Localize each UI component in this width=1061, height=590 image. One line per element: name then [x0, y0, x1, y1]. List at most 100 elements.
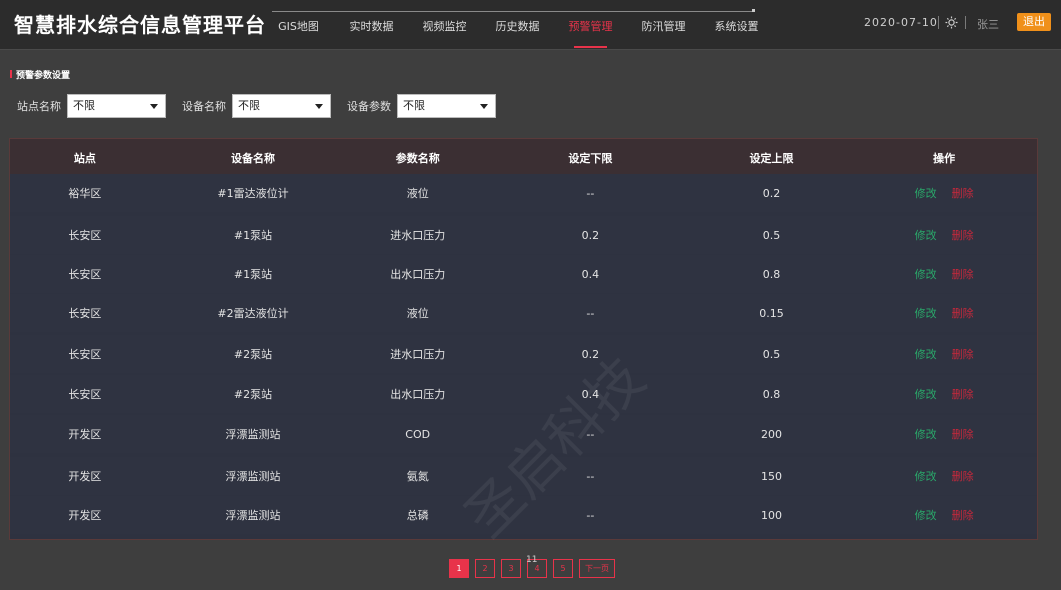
table-row: 开发区 浮漂监测站 COD -- 200 修改 删除 — [10, 415, 1037, 453]
table-header: 站点 设备名称 参数名称 设定下限 设定上限 操作 — [10, 139, 1037, 177]
cell-device: #2泵站 — [233, 388, 273, 401]
cell-lower-limit: -- — [586, 427, 595, 441]
nav-alert-management[interactable]: 预警管理 — [554, 18, 627, 50]
cell-actions: 修改 删除 — [851, 468, 1037, 484]
header-separator — [965, 16, 966, 29]
station-select[interactable]: 不限 — [67, 94, 166, 118]
filter-device-label: 设备名称 — [182, 100, 226, 113]
cell-station: 长安区 — [68, 388, 102, 401]
cell-actions: 修改 删除 — [851, 386, 1037, 402]
device-select[interactable]: 不限 — [232, 94, 331, 118]
edit-link[interactable]: 修改 — [915, 386, 937, 402]
parameter-select[interactable]: 不限 — [397, 94, 496, 118]
nav-system-settings[interactable]: 系统设置 — [700, 18, 773, 50]
cell-actions: 修改 删除 — [851, 346, 1037, 362]
column-header-parameter: 参数名称 — [395, 152, 440, 165]
edit-link[interactable]: 修改 — [915, 346, 937, 362]
chevron-down-icon — [315, 104, 323, 109]
delete-link[interactable]: 删除 — [952, 468, 974, 484]
cell-station: 长安区 — [68, 229, 102, 242]
cell-upper-limit: 0.15 — [759, 306, 784, 320]
delete-link[interactable]: 删除 — [952, 227, 974, 243]
table-row: 长安区 #2泵站 出水口压力 0.4 0.8 修改 删除 — [10, 375, 1037, 413]
cell-actions: 修改 删除 — [851, 266, 1037, 282]
cell-upper-limit: 0.2 — [762, 186, 781, 200]
page-button-1[interactable]: 1 — [449, 559, 469, 578]
cell-lower-limit: 0.4 — [581, 267, 600, 281]
delete-link[interactable]: 删除 — [952, 426, 974, 442]
nav-divider-line — [272, 11, 755, 12]
nav-history-data[interactable]: 历史数据 — [481, 18, 554, 50]
nav-video-monitor[interactable]: 视频监控 — [408, 18, 481, 50]
section-title: 预警参数设置 — [10, 68, 70, 81]
cell-station: 开发区 — [68, 509, 102, 522]
cell-upper-limit: 0.5 — [762, 347, 781, 361]
cell-lower-limit: 0.2 — [581, 228, 600, 242]
station-select-value: 不限 — [73, 99, 95, 112]
table-row: 长安区 #2泵站 进水口压力 0.2 0.5 修改 删除 — [10, 335, 1037, 373]
delete-link[interactable]: 删除 — [952, 346, 974, 362]
chevron-down-icon — [480, 104, 488, 109]
cell-station: 开发区 — [68, 470, 102, 483]
edit-link[interactable]: 修改 — [915, 305, 937, 321]
edit-link[interactable]: 修改 — [915, 426, 937, 442]
cell-device: 浮漂监测站 — [225, 509, 281, 522]
cell-upper-limit: 0.5 — [762, 228, 781, 242]
nav-flood-management[interactable]: 防汛管理 — [627, 18, 700, 50]
cell-lower-limit: -- — [586, 186, 595, 200]
logout-button[interactable]: 退出 — [1017, 13, 1051, 31]
nav-gis-map[interactable]: GIS地图 — [262, 18, 335, 50]
cell-station: 长安区 — [68, 348, 102, 361]
cell-actions: 修改 删除 — [851, 426, 1037, 442]
cell-lower-limit: -- — [586, 469, 595, 483]
page-button-3[interactable]: 3 — [501, 559, 521, 578]
cell-upper-limit: 0.8 — [762, 267, 781, 281]
delete-link[interactable]: 删除 — [952, 185, 974, 201]
edit-link[interactable]: 修改 — [915, 468, 937, 484]
table-row: 长安区 #1泵站 出水口压力 0.4 0.8 修改 删除 — [10, 255, 1037, 293]
delete-link[interactable]: 删除 — [952, 507, 974, 523]
cell-lower-limit: 0.2 — [581, 347, 600, 361]
page-button-2[interactable]: 2 — [475, 559, 495, 578]
top-header: 智慧排水综合信息管理平台 GIS地图 实时数据 视频监控 历史数据 预警管理 防… — [0, 0, 1061, 50]
header-separator — [938, 16, 939, 29]
cell-station: 裕华区 — [68, 187, 102, 200]
cell-parameter: 出水口压力 — [390, 268, 446, 281]
delete-link[interactable]: 删除 — [952, 266, 974, 282]
sun-gear-icon[interactable] — [945, 16, 958, 29]
column-header-station: 站点 — [73, 152, 96, 165]
filter-parameter-label: 设备参数 — [347, 100, 391, 113]
cell-parameter: 液位 — [406, 187, 429, 200]
cell-station: 长安区 — [68, 307, 102, 320]
cell-parameter: 氨氮 — [406, 470, 429, 483]
column-header-lower-limit: 设定下限 — [568, 152, 613, 165]
table-row: 长安区 #1泵站 进水口压力 0.2 0.5 修改 删除 — [10, 216, 1037, 254]
edit-link[interactable]: 修改 — [915, 185, 937, 201]
user-name[interactable]: 张三 — [977, 16, 999, 32]
cell-parameter: COD — [405, 427, 431, 441]
parameter-select-value: 不限 — [403, 99, 425, 112]
column-header-upper-limit: 设定上限 — [749, 152, 794, 165]
cell-upper-limit: 100 — [761, 508, 783, 522]
cell-actions: 修改 删除 — [851, 305, 1037, 321]
cell-device: 浮漂监测站 — [225, 428, 281, 441]
edit-link[interactable]: 修改 — [915, 266, 937, 282]
table-row: 开发区 浮漂监测站 总磷 -- 100 修改 删除 — [10, 496, 1037, 534]
cell-device: #2泵站 — [233, 348, 273, 361]
main-nav: GIS地图 实时数据 视频监控 历史数据 预警管理 防汛管理 系统设置 — [262, 18, 773, 50]
table-row: 裕华区 #1雷达液位计 液位 -- 0.2 修改 删除 — [10, 174, 1037, 212]
cell-actions: 修改 删除 — [851, 507, 1037, 523]
next-page-button[interactable]: 下一页 — [579, 559, 615, 578]
filter-parameter: 设备参数 不限 — [347, 94, 496, 118]
cell-lower-limit: -- — [586, 508, 595, 522]
table-row: 长安区 #2雷达液位计 液位 -- 0.15 修改 删除 — [10, 294, 1037, 332]
edit-link[interactable]: 修改 — [915, 507, 937, 523]
page-button-5[interactable]: 5 — [553, 559, 573, 578]
cell-parameter: 进水口压力 — [390, 229, 446, 242]
cell-parameter: 出水口压力 — [390, 388, 446, 401]
delete-link[interactable]: 删除 — [952, 386, 974, 402]
current-date: 2020-07-10 — [864, 16, 938, 29]
edit-link[interactable]: 修改 — [915, 227, 937, 243]
nav-realtime-data[interactable]: 实时数据 — [335, 18, 408, 50]
delete-link[interactable]: 删除 — [952, 305, 974, 321]
